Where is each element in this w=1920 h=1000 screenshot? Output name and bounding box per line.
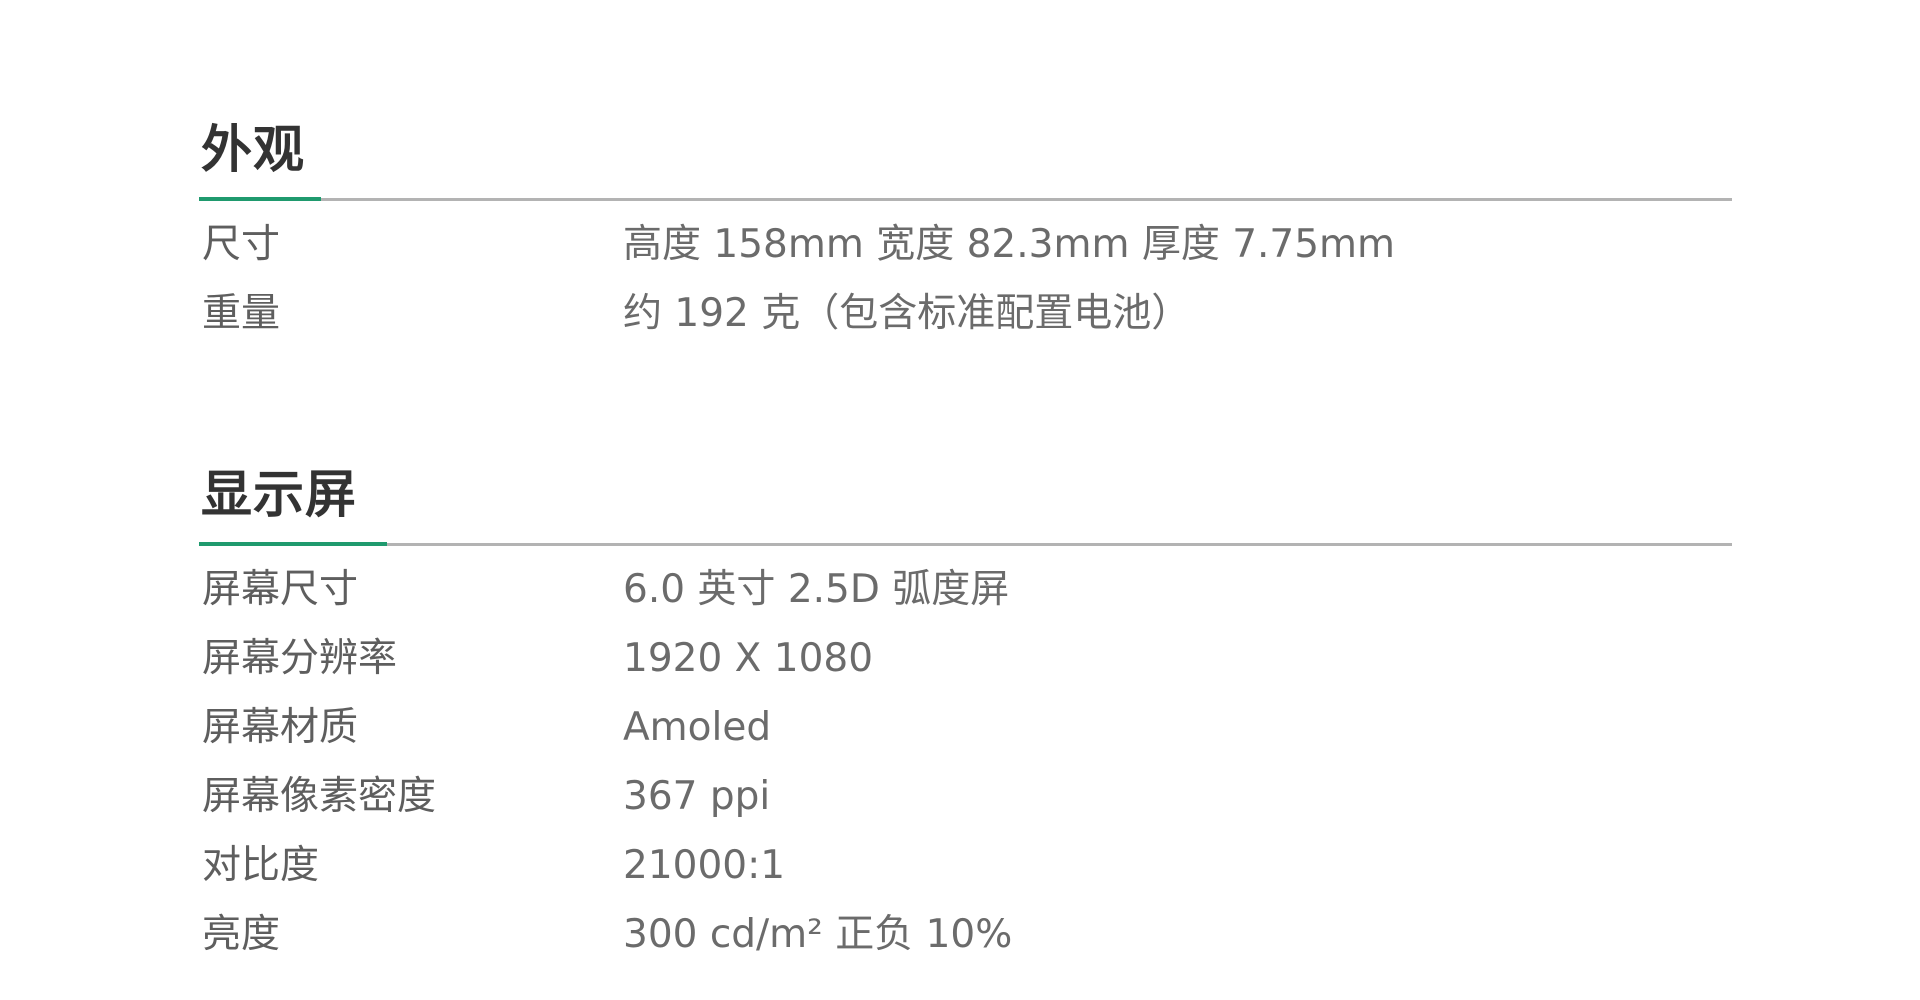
spec-value: 1920 X 1080 <box>623 636 874 681</box>
spec-value: 高度 158mm 宽度 82.3mm 厚度 7.75mm <box>623 222 1396 267</box>
spec-row-weight: 重量 约 192 克（包含标准配置电池） <box>199 284 1732 353</box>
spec-label: 重量 <box>202 291 281 336</box>
spec-label: 尺寸 <box>202 222 281 267</box>
spec-row-material: 屏幕材质 Amoled <box>199 698 1732 767</box>
spec-row-resolution: 屏幕分辨率 1920 X 1080 <box>199 629 1732 698</box>
spec-row-size: 尺寸 高度 158mm 宽度 82.3mm 厚度 7.75mm <box>199 215 1732 284</box>
spec-label: 屏幕材质 <box>202 705 359 750</box>
spec-list: 屏幕尺寸 6.0 英寸 2.5D 弧度屏 屏幕分辨率 1920 X 1080 屏… <box>199 560 1732 974</box>
section-divider-accent <box>199 197 321 201</box>
spec-label: 亮度 <box>202 912 281 957</box>
section-divider <box>199 198 1732 201</box>
spec-value: 21000:1 <box>623 843 786 888</box>
spec-row-pixel-density: 屏幕像素密度 367 ppi <box>199 767 1732 836</box>
section-divider <box>199 543 1732 546</box>
section-display: 显示屏 屏幕尺寸 6.0 英寸 2.5D 弧度屏 屏幕分辨率 1920 X 10… <box>199 461 1732 974</box>
spec-value: 约 192 克（包含标准配置电池） <box>623 291 1191 336</box>
spec-value: 367 ppi <box>623 774 771 819</box>
spec-value: Amoled <box>623 705 772 750</box>
section-header: 显示屏 <box>199 461 1732 546</box>
spec-label: 屏幕尺寸 <box>202 567 359 612</box>
spec-label: 屏幕分辨率 <box>202 636 398 681</box>
spec-value: 6.0 英寸 2.5D 弧度屏 <box>623 567 1010 612</box>
section-appearance: 外观 尺寸 高度 158mm 宽度 82.3mm 厚度 7.75mm 重量 约 … <box>199 116 1732 353</box>
spec-row-screen-size: 屏幕尺寸 6.0 英寸 2.5D 弧度屏 <box>199 560 1732 629</box>
section-title: 外观 <box>201 121 306 180</box>
spec-list: 尺寸 高度 158mm 宽度 82.3mm 厚度 7.75mm 重量 约 192… <box>199 215 1732 353</box>
section-title: 显示屏 <box>201 466 358 525</box>
section-divider-accent <box>199 542 387 546</box>
spec-label: 对比度 <box>202 843 320 888</box>
spec-page: 外观 尺寸 高度 158mm 宽度 82.3mm 厚度 7.75mm 重量 约 … <box>199 0 1732 1000</box>
spec-label: 屏幕像素密度 <box>202 774 437 819</box>
spec-row-contrast: 对比度 21000:1 <box>199 836 1732 905</box>
spec-value: 300 cd/m² 正负 10% <box>623 912 1013 957</box>
spec-row-brightness: 亮度 300 cd/m² 正负 10% <box>199 905 1732 974</box>
section-header: 外观 <box>199 116 1732 201</box>
